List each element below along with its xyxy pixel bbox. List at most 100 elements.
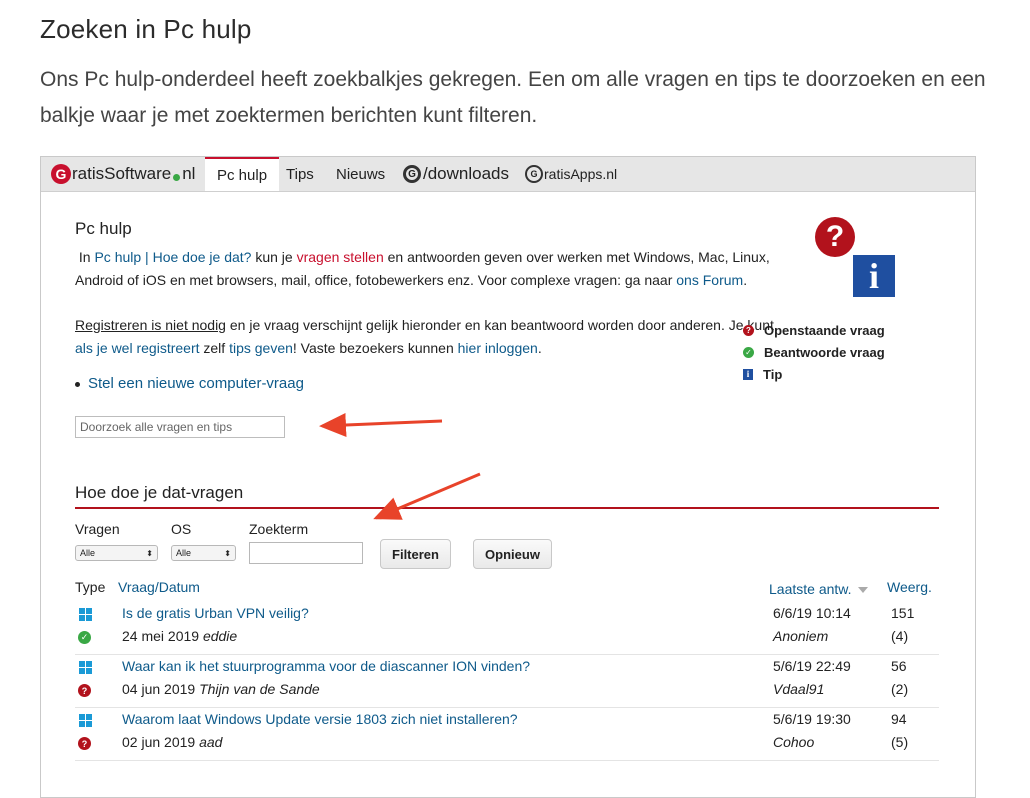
logo-text: ratisSoftware	[72, 164, 172, 183]
tab-gratisapps[interactable]: G ratisApps.nl	[525, 157, 617, 191]
zoekterm-input[interactable]	[249, 542, 363, 564]
article-intro: Ons Pc hulp-onderdeel heeft zoekbalkjes …	[40, 68, 986, 127]
tab-pc-hulp[interactable]: Pc hulp	[205, 157, 280, 191]
link-hier-inloggen[interactable]: hier inloggen	[458, 340, 538, 356]
row-author: Thijn van de Sande	[199, 681, 320, 697]
row-date: 02 jun 2019	[122, 734, 196, 750]
row-date-author: 04 jun 2019 Thijn van de Sande	[122, 681, 320, 697]
row-date-author: 24 mei 2019 eddie	[122, 628, 237, 644]
p2-registreren: Registreren is niet nodig	[75, 317, 226, 333]
p1-text-in: In	[78, 249, 91, 265]
link-pchulp-hoe[interactable]: Pc hulp | Hoe doe je dat?	[94, 249, 251, 265]
os-select[interactable]: Alle ⬍	[171, 545, 236, 561]
updown-icon: ⬍	[224, 548, 231, 558]
bullet-icon	[75, 381, 80, 387]
info-icon: i	[743, 368, 753, 380]
tab-tips[interactable]: Tips	[286, 157, 314, 191]
windows-icon	[79, 661, 92, 674]
table-row: ? Waarom laat Windows Update versie 1803…	[75, 707, 939, 761]
col-header-laatste[interactable]: Laatste antw.	[769, 581, 868, 597]
row-replies: (2)	[891, 681, 909, 697]
col-header-laatste-label: Laatste antw.	[769, 581, 852, 597]
howto-title: Hoe doe je dat-vragen	[75, 483, 244, 502]
col-header-vraag[interactable]: Vraag/Datum	[118, 579, 200, 595]
apps-label: ratisApps.nl	[544, 166, 618, 182]
legend-label: Beantwoorde vraag	[764, 344, 885, 360]
logo-g-icon: G	[51, 164, 71, 184]
check-icon: ✓	[743, 346, 754, 358]
row-date: 24 mei 2019	[122, 628, 200, 644]
pchulp-title: Pc hulp	[75, 219, 132, 238]
row-last-reply-by: Vdaal91	[773, 681, 825, 697]
logo-tld: nl	[182, 164, 196, 183]
article-title: Zoeken in Pc hulp	[40, 14, 252, 44]
row-views: 56	[891, 658, 907, 674]
pchulp-paragraph-1: In Pc hulp | Hoe doe je dat? kun je vrag…	[75, 246, 775, 292]
tab-nieuws[interactable]: Nieuws	[336, 157, 385, 191]
question-icon: ?	[743, 324, 754, 336]
search-input[interactable]	[75, 416, 285, 438]
reset-button[interactable]: Opnieuw	[473, 539, 552, 569]
screenshot-frame: G ratisSoftware nl Pc hulp Tips Nieuws G…	[40, 156, 976, 798]
filter-label-zoekterm: Zoekterm	[249, 521, 309, 537]
answered-check-icon: ✓	[78, 631, 91, 644]
col-header-type: Type	[75, 579, 106, 595]
new-question-item: Stel een nieuwe computer-vraag	[75, 375, 304, 392]
table-row: ? Waar kan ik het stuurprogramma voor de…	[75, 654, 939, 708]
filter-label-vragen: Vragen	[75, 521, 120, 537]
row-last-reply-date: 6/6/19 10:14	[773, 605, 851, 621]
tab-downloads[interactable]: G /downloads	[403, 157, 509, 191]
row-replies: (5)	[891, 734, 909, 750]
link-tips-geven[interactable]: tips geven	[229, 340, 293, 356]
vragen-select[interactable]: Alle ⬍	[75, 545, 158, 561]
site-navbar: G ratisSoftware nl Pc hulp Tips Nieuws G…	[41, 157, 975, 192]
open-question-icon: ?	[78, 684, 91, 697]
col-header-weergaven[interactable]: Weerg.	[887, 579, 932, 595]
p1-end: .	[743, 272, 748, 288]
open-question-icon: ?	[78, 737, 91, 750]
vragen-select-value: Alle	[80, 548, 96, 558]
downloads-label: /downloads	[423, 164, 510, 183]
link-registreert[interactable]: als je wel registreert	[75, 340, 200, 356]
row-title-link[interactable]: Is de gratis Urban VPN veilig?	[122, 605, 309, 621]
pchulp-illustration: ? i	[811, 215, 931, 299]
p2-text-1: en je vraag verschijnt gelijk hieronder …	[229, 317, 774, 333]
logo-dot-icon	[173, 173, 181, 181]
row-last-reply-by: Anoniem	[773, 628, 829, 644]
legend-label: Tip	[763, 366, 783, 382]
row-title-link[interactable]: Waarom laat Windows Update versie 1803 z…	[122, 711, 518, 727]
updown-icon: ⬍	[146, 548, 153, 558]
site-logo[interactable]: G ratisSoftware nl	[51, 162, 195, 186]
link-ons-forum[interactable]: ons Forum	[676, 272, 743, 288]
legend-open: ? Openstaande vraag	[743, 319, 885, 341]
info-big-icon: i	[853, 255, 895, 297]
row-date: 04 jun 2019	[122, 681, 196, 697]
filter-button[interactable]: Filteren	[380, 539, 451, 569]
row-author: aad	[199, 734, 223, 750]
row-views: 94	[891, 711, 907, 727]
sort-down-icon	[857, 587, 868, 594]
p2-end: .	[537, 340, 542, 356]
row-last-reply-by: Cohoo	[773, 734, 815, 750]
howto-divider	[75, 507, 939, 509]
row-last-reply-date: 5/6/19 19:30	[773, 711, 851, 727]
windows-icon	[79, 608, 92, 621]
filter-label-os: OS	[171, 521, 192, 537]
row-date-author: 02 jun 2019 aad	[122, 734, 222, 750]
apps-g-icon: G	[525, 165, 543, 183]
legend-tip: i Tip	[743, 363, 885, 385]
question-big-icon: ?	[815, 217, 855, 257]
p2-text-3: ! Vaste bezoekers kunnen	[292, 340, 454, 356]
p1-text-1: kun je	[255, 249, 293, 265]
legend-label: Openstaande vraag	[764, 322, 885, 338]
downloads-g-icon: G	[403, 165, 421, 183]
row-title-link[interactable]: Waar kan ik het stuurprogramma voor de d…	[122, 658, 530, 674]
os-select-value: Alle	[176, 548, 192, 558]
link-vragen-stellen[interactable]: vragen stellen	[297, 249, 384, 265]
p2-text-2: zelf	[203, 340, 226, 356]
row-views: 151	[891, 605, 915, 621]
row-replies: (4)	[891, 628, 909, 644]
new-question-link[interactable]: Stel een nieuwe computer-vraag	[88, 375, 304, 392]
row-author: eddie	[202, 628, 238, 644]
legend: ? Openstaande vraag ✓ Beantwoorde vraag …	[743, 319, 885, 385]
